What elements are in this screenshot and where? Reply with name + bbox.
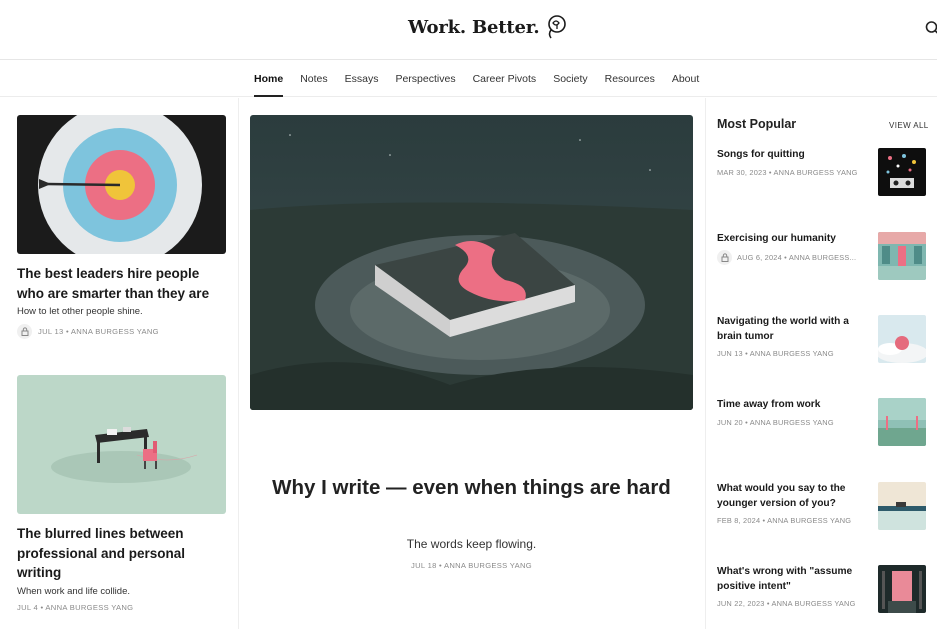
popular-item-meta: MAR 30, 2023 • ANNA BURGESS YANG	[717, 168, 858, 177]
most-popular-heading: Most Popular	[717, 117, 797, 131]
popular-thumbnail[interactable]	[878, 565, 926, 613]
popular-item[interactable]: What would you say to the younger versio…	[717, 482, 927, 532]
article-subtitle: How to let other people shine.	[17, 306, 143, 317]
popular-item-title[interactable]: Navigating the world with a brain tumor	[717, 315, 869, 344]
popular-item-meta-text: FEB 8, 2024 • ANNA BURGESS YANG	[717, 516, 852, 525]
lock-icon	[717, 250, 732, 265]
popular-item[interactable]: Songs for quitting MAR 30, 2023 • ANNA B…	[717, 148, 927, 198]
nav-notes[interactable]: Notes	[300, 61, 327, 97]
popular-item[interactable]: Exercising our humanity AUG 6, 2024 • AN…	[717, 232, 927, 282]
popular-thumbnail[interactable]	[878, 148, 926, 196]
nav-society[interactable]: Society	[553, 61, 587, 97]
article-meta: JUL 13 • ANNA BURGESS YANG	[17, 324, 226, 339]
popular-item-title[interactable]: What would you say to the younger versio…	[717, 482, 869, 511]
popular-item-meta: AUG 6, 2024 • ANNA BURGESS...	[717, 250, 856, 265]
popular-thumbnail[interactable]	[878, 482, 926, 530]
site-header: Work. Better.	[0, 0, 937, 60]
article-image-target[interactable]	[17, 115, 226, 254]
popular-item-meta: JUN 22, 2023 • ANNA BURGESS YANG	[717, 599, 856, 608]
popular-item[interactable]: Time away from work JUN 20 • ANNA BURGES…	[717, 398, 927, 448]
popular-item-meta-text: AUG 6, 2024 • ANNA BURGESS...	[737, 253, 857, 262]
article-meta: JUL 4 • ANNA BURGESS YANG	[17, 603, 226, 612]
popular-thumbnail[interactable]	[878, 232, 926, 280]
popular-item-title[interactable]: Exercising our humanity	[717, 232, 869, 247]
column-divider	[705, 98, 706, 629]
article-card[interactable]: The best leaders hire people who are sma…	[17, 115, 226, 339]
nav-about[interactable]: About	[672, 61, 699, 97]
nav-essays[interactable]: Essays	[345, 61, 379, 97]
nav-perspectives[interactable]: Perspectives	[395, 61, 455, 97]
nav-career-pivots[interactable]: Career Pivots	[473, 61, 537, 97]
featured-title[interactable]: Why I write — even when things are hard	[250, 474, 693, 502]
popular-item-title[interactable]: What's wrong with "assume positive inten…	[717, 565, 869, 594]
popular-item-meta: JUN 20 • ANNA BURGESS YANG	[717, 418, 834, 427]
popular-item-meta-text: JUN 13 • ANNA BURGESS YANG	[717, 349, 834, 358]
primary-nav: Home Notes Essays Perspectives Career Pi…	[0, 61, 937, 97]
popular-item-title[interactable]: Songs for quitting	[717, 148, 869, 163]
site-logo[interactable]: Work. Better.	[408, 14, 566, 40]
popular-item-meta-text: JUN 22, 2023 • ANNA BURGESS YANG	[717, 599, 856, 608]
featured-meta: JUL 18 • ANNA BURGESS YANG	[411, 561, 532, 570]
popular-item-title[interactable]: Time away from work	[717, 398, 869, 413]
article-subtitle: When work and life collide.	[17, 585, 130, 597]
popular-item[interactable]: What's wrong with "assume positive inten…	[717, 565, 927, 615]
article-meta-text: JUL 4 • ANNA BURGESS YANG	[17, 602, 134, 612]
featured-image[interactable]	[250, 115, 693, 410]
logo-mark-icon	[547, 15, 566, 39]
popular-item-meta-text: MAR 30, 2023 • ANNA BURGESS YANG	[717, 168, 858, 177]
column-divider	[238, 98, 239, 629]
article-image-desk[interactable]	[17, 375, 226, 514]
lock-icon	[17, 324, 32, 339]
popular-item-meta-text: JUN 20 • ANNA BURGESS YANG	[717, 418, 834, 427]
popular-item-meta: FEB 8, 2024 • ANNA BURGESS YANG	[717, 516, 851, 525]
popular-thumbnail[interactable]	[878, 398, 926, 446]
popular-item-meta: JUN 13 • ANNA BURGESS YANG	[717, 349, 834, 358]
nav-resources[interactable]: Resources	[605, 61, 655, 97]
article-title[interactable]: The best leaders hire people who are sma…	[17, 264, 226, 303]
article-card[interactable]: The blurred lines between professional a…	[17, 375, 226, 612]
featured-subtitle: The words keep flowing.	[406, 537, 537, 551]
article-meta-text: JUL 13 • ANNA BURGESS YANG	[38, 327, 159, 336]
logo-text: Work. Better.	[408, 16, 540, 38]
nav-home[interactable]: Home	[254, 61, 284, 97]
article-title[interactable]: The blurred lines between professional a…	[17, 524, 226, 583]
search-icon[interactable]	[925, 20, 937, 36]
popular-item[interactable]: Navigating the world with a brain tumor …	[717, 315, 927, 365]
view-all-link[interactable]: VIEW ALL	[889, 121, 929, 130]
popular-thumbnail[interactable]	[878, 315, 926, 363]
